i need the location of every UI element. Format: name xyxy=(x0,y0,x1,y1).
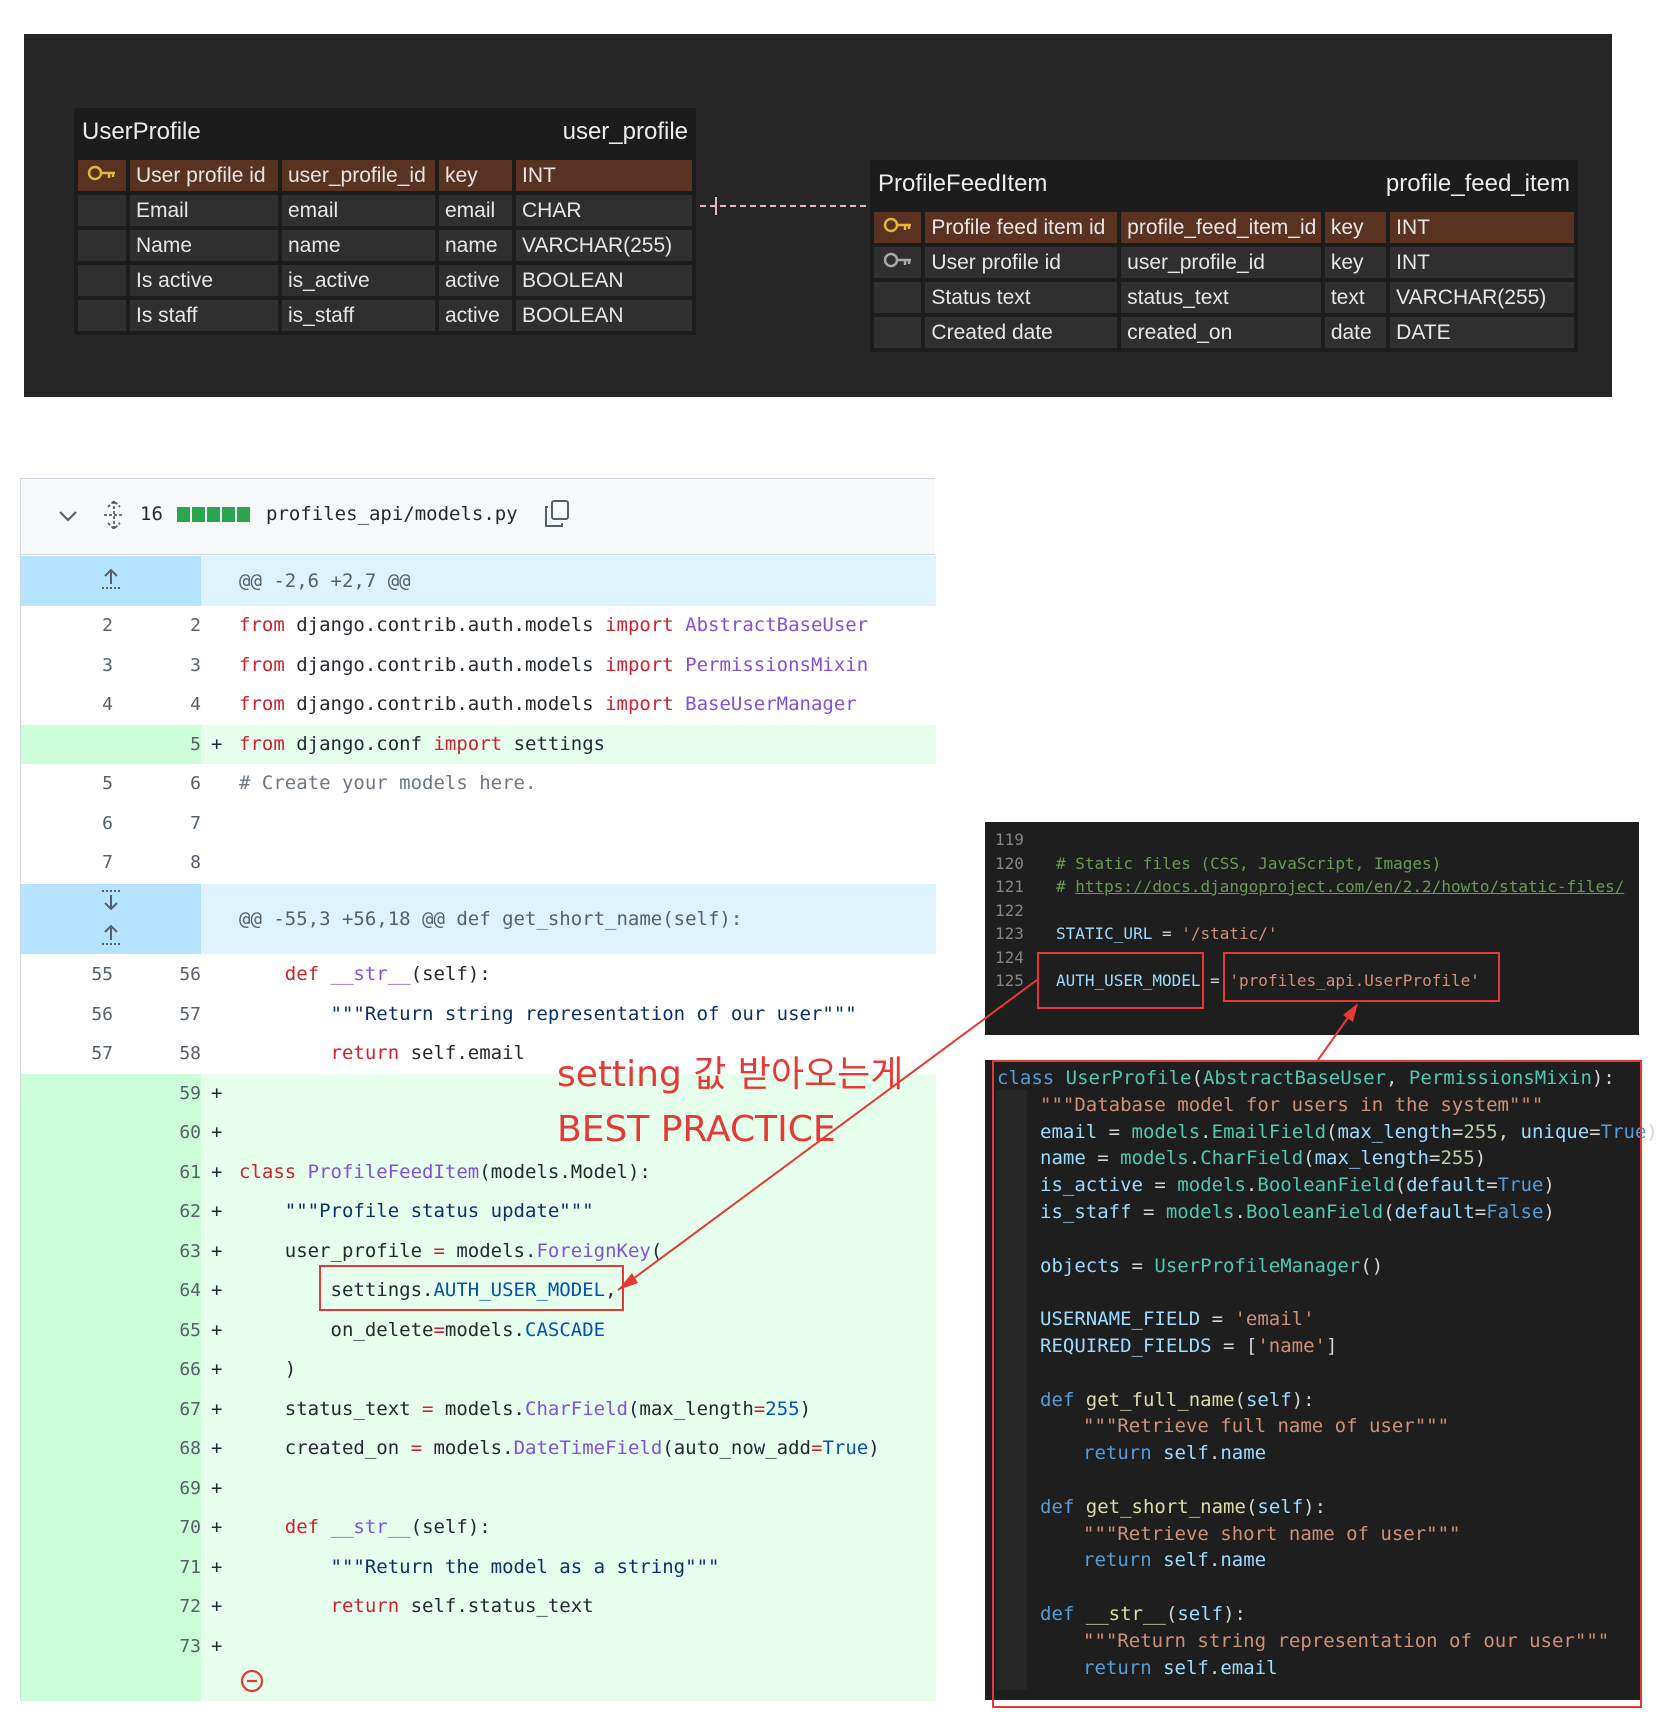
annotation-arrows xyxy=(617,979,1358,1291)
